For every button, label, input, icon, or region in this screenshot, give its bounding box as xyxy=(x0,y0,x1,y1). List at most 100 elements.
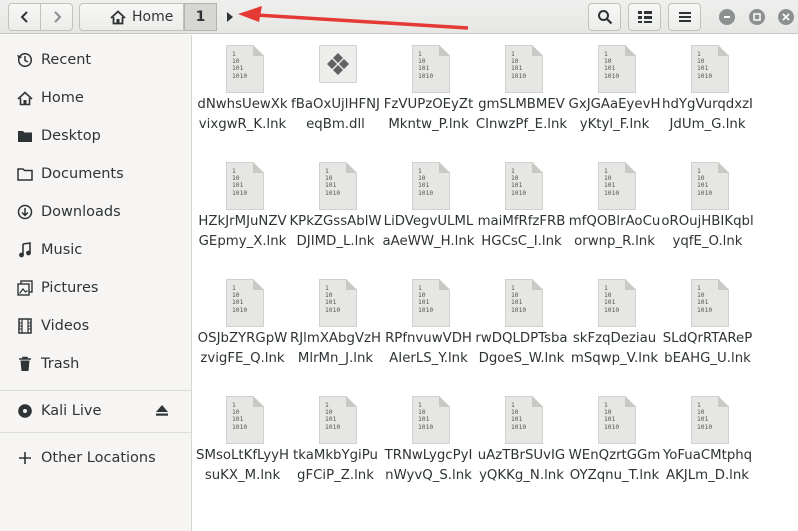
menu-button[interactable] xyxy=(668,3,701,31)
file-name: RJlmXAbgVzHMlrMn_J.lnk xyxy=(290,331,381,366)
file-item[interactable]: 1 10 101 1010 FzVUPzOEyZtMkntw_P.lnk xyxy=(382,37,475,154)
document-icon xyxy=(16,165,34,183)
file-name: TRNwLygcPyInWyvQ_S.lnk xyxy=(384,448,473,483)
chevron-right-icon xyxy=(53,11,61,23)
sidebar-item-kali-live[interactable]: Kali Live xyxy=(0,394,191,428)
disc-icon xyxy=(16,402,34,420)
home-icon xyxy=(16,89,34,107)
file-item[interactable]: 1 10 101 1010 GxJGAaEyevHyKtyl_F.lnk xyxy=(568,37,661,154)
file-name: SMsoLtKfLyyHsuKX_M.lnk xyxy=(196,448,289,483)
sidebar-item-label: Other Locations xyxy=(41,450,156,466)
file-item[interactable]: 1 10 101 1010 RJlmXAbgVzHMlrMn_J.lnk xyxy=(289,271,382,388)
sidebar-separator xyxy=(0,390,191,391)
binary-file-icon: 1 10 101 1010 xyxy=(505,396,543,444)
file-item[interactable]: 1 10 101 1010 OSJbZYRGpWzvigFE_Q.lnk xyxy=(196,271,289,388)
file-name: HZkJrMJuNZVGEpmy_X.lnk xyxy=(198,214,287,249)
file-name: uAzTBrSUvIGyQKKg_N.lnk xyxy=(477,448,566,483)
maximize-button[interactable] xyxy=(749,9,765,25)
navigation-buttons xyxy=(8,3,73,31)
binary-file-icon: 1 10 101 1010 xyxy=(319,396,357,444)
binary-file-icon: 1 10 101 1010 xyxy=(412,45,450,93)
breadcrumb-current-label: 1 xyxy=(195,9,206,25)
binary-file-icon: 1 10 101 1010 xyxy=(598,162,636,210)
file-item[interactable]: 1 10 101 1010 mfQOBlrAoCuorwnp_R.lnk xyxy=(568,154,661,271)
file-item[interactable]: 1 10 101 1010 SMsoLtKfLyyHsuKX_M.lnk xyxy=(196,388,289,505)
file-name: FzVUPzOEyZtMkntw_P.lnk xyxy=(383,97,474,132)
sidebar-item-label: Videos xyxy=(41,318,90,334)
file-item[interactable]: 1 10 101 1010 tkaMkbYgiPugFCiP_Z.lnk xyxy=(289,388,382,505)
file-name: GxJGAaEyevHyKtyl_F.lnk xyxy=(568,97,661,132)
sidebar-item-pictures[interactable]: Pictures xyxy=(0,271,191,305)
clock-icon xyxy=(16,51,34,69)
header-bar: Home 1 xyxy=(0,0,798,34)
file-item[interactable]: 1 10 101 1010 oROujHBIKqblyqfE_O.lnk xyxy=(661,154,754,271)
file-item[interactable]: 1 10 101 1010 TRNwLygcPyInWyvQ_S.lnk xyxy=(382,388,475,505)
path-scroll-left-button[interactable] xyxy=(79,3,87,31)
binary-file-icon: 1 10 101 1010 xyxy=(691,279,729,327)
sidebar-item-videos[interactable]: Videos xyxy=(0,309,191,343)
search-button[interactable] xyxy=(588,3,621,31)
file-name: WEnQzrtGGmOYZqnu_T.lnk xyxy=(568,448,661,483)
file-name: dNwhsUewXkvixgwR_K.lnk xyxy=(197,97,288,132)
file-name: SLdQrRTARePbEAHG_U.lnk xyxy=(662,331,753,366)
sidebar-item-desktop[interactable]: Desktop xyxy=(0,119,191,153)
binary-file-icon: 1 10 101 1010 xyxy=(598,279,636,327)
sidebar-item-label: Kali Live xyxy=(41,403,102,419)
hamburger-icon xyxy=(678,12,691,22)
sidebar: Recent Home Desktop Documents Downloads … xyxy=(0,35,192,531)
file-item[interactable]: 1 10 101 1010 gmSLMBMEVCInwzPf_E.lnk xyxy=(475,37,568,154)
chevron-left-icon xyxy=(20,11,28,23)
binary-file-icon: 1 10 101 1010 xyxy=(319,162,357,210)
breadcrumb-current[interactable]: 1 xyxy=(184,3,217,31)
file-name: OSJbZYRGpWzvigFE_Q.lnk xyxy=(197,331,288,366)
file-item[interactable]: 1 10 101 1010 YoFuaCMtphqAKJLm_D.lnk xyxy=(661,388,754,505)
sidebar-item-label: Documents xyxy=(41,166,124,182)
sidebar-item-music[interactable]: Music xyxy=(0,233,191,267)
binary-file-icon: 1 10 101 1010 xyxy=(319,279,357,327)
file-name: fBaOxUjlHFNJeqBm.dll xyxy=(291,97,380,132)
file-item[interactable]: fBaOxUjlHFNJeqBm.dll xyxy=(289,37,382,154)
sidebar-item-home[interactable]: Home xyxy=(0,81,191,115)
sidebar-item-other-locations[interactable]: Other Locations xyxy=(0,441,191,475)
sidebar-item-documents[interactable]: Documents xyxy=(0,157,191,191)
forward-button[interactable] xyxy=(40,3,73,31)
file-item[interactable]: 1 10 101 1010 WEnQzrtGGmOYZqnu_T.lnk xyxy=(568,388,661,505)
binary-file-icon: 1 10 101 1010 xyxy=(226,279,264,327)
path-scroll-right-button[interactable] xyxy=(217,3,245,31)
file-item[interactable]: 1 10 101 1010 HZkJrMJuNZVGEpmy_X.lnk xyxy=(196,154,289,271)
file-item[interactable]: 1 10 101 1010 rwDQLDPTsbaDgoeS_W.lnk xyxy=(475,271,568,388)
sidebar-item-trash[interactable]: Trash xyxy=(0,347,191,381)
file-item[interactable]: 1 10 101 1010 dNwhsUewXkvixgwR_K.lnk xyxy=(196,37,289,154)
breadcrumb-home[interactable]: Home xyxy=(87,3,184,31)
close-button[interactable] xyxy=(778,9,794,25)
file-item[interactable]: 1 10 101 1010 maiMfRfzFRBHGCsC_I.lnk xyxy=(475,154,568,271)
binary-file-icon: 1 10 101 1010 xyxy=(505,279,543,327)
minimize-button[interactable] xyxy=(719,9,735,25)
file-name: maiMfRfzFRBHGCsC_I.lnk xyxy=(477,214,566,249)
sidebar-item-recent[interactable]: Recent xyxy=(0,43,191,77)
sidebar-item-downloads[interactable]: Downloads xyxy=(0,195,191,229)
music-icon xyxy=(16,241,34,259)
binary-file-icon: 1 10 101 1010 xyxy=(226,45,264,93)
file-item[interactable]: 1 10 101 1010 RPfnvuwVDHAIerLS_Y.lnk xyxy=(382,271,475,388)
file-name: KPkZGssAblWDJIMD_L.lnk xyxy=(289,214,382,249)
file-item[interactable]: 1 10 101 1010 KPkZGssAblWDJIMD_L.lnk xyxy=(289,154,382,271)
path-bar: Home 1 xyxy=(79,3,245,31)
sidebar-item-label: Desktop xyxy=(41,128,101,144)
binary-file-icon: 1 10 101 1010 xyxy=(226,162,264,210)
trash-icon xyxy=(16,355,34,373)
file-name: gmSLMBMEVCInwzPf_E.lnk xyxy=(475,97,568,132)
eject-icon[interactable] xyxy=(155,403,169,417)
file-item[interactable]: 1 10 101 1010 SLdQrRTARePbEAHG_U.lnk xyxy=(661,271,754,388)
download-icon xyxy=(16,203,34,221)
file-item[interactable]: 1 10 101 1010 LiDVegvULMLaAeWW_H.lnk xyxy=(382,154,475,271)
binary-file-icon: 1 10 101 1010 xyxy=(412,162,450,210)
binary-file-icon: 1 10 101 1010 xyxy=(691,396,729,444)
file-item[interactable]: 1 10 101 1010 hdYgVurqdxzIJdUm_G.lnk xyxy=(661,37,754,154)
file-item[interactable]: 1 10 101 1010 uAzTBrSUvIGyQKKg_N.lnk xyxy=(475,388,568,505)
view-options-button[interactable] xyxy=(628,3,661,31)
breadcrumb-home-label: Home xyxy=(132,9,174,25)
file-name: skFzqDeziaumSqwp_V.lnk xyxy=(570,331,659,366)
back-button[interactable] xyxy=(8,3,41,31)
file-item[interactable]: 1 10 101 1010 skFzqDeziaumSqwp_V.lnk xyxy=(568,271,661,388)
